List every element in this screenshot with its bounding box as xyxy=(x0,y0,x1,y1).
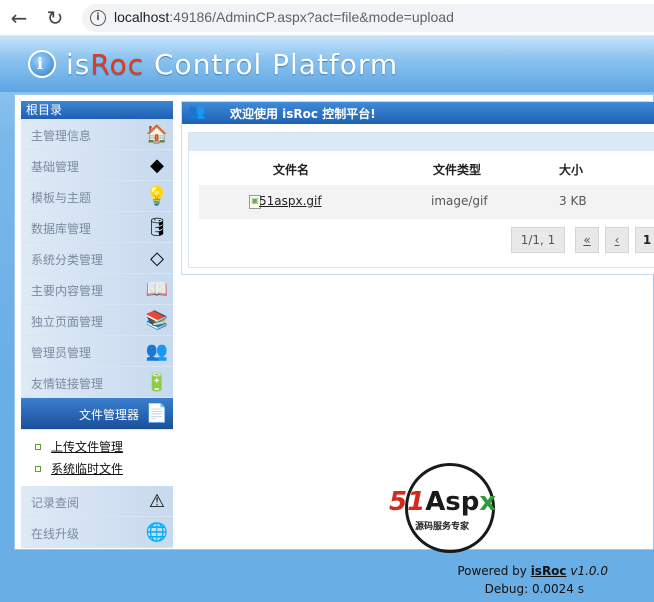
sidebar-item-file-manager[interactable]: 文件管理器 📄 xyxy=(21,398,173,430)
file-name-link[interactable]: 51aspx.gif xyxy=(259,194,322,208)
content-panel: 👥 欢迎使用 isRoc 控制平台! 文件名 文件类型 大小 ▣ 51aspx.… xyxy=(181,101,654,275)
sidebar-item-logs[interactable]: 记录查阅 ⚠ xyxy=(21,486,173,517)
database-icon: 🛢 xyxy=(145,217,169,238)
address-bar[interactable]: i localhost:49186/AdminCP.aspx?act=file&… xyxy=(82,4,654,32)
sidebar-item-categories[interactable]: 系统分类管理 ◇ xyxy=(21,243,173,274)
col-filetype: 文件类型 xyxy=(433,163,482,177)
tag-icon: ◇ xyxy=(150,248,164,269)
brand-title: isRoc Control Platform xyxy=(66,48,399,81)
sidebar-item-pages[interactable]: 独立页面管理 📚 xyxy=(21,305,173,336)
users-icon: 👥 xyxy=(188,104,206,120)
sidebar-item-basic[interactable]: 基础管理 ◆ xyxy=(21,150,173,181)
sidebar-item-links[interactable]: 友情链接管理 🔋 xyxy=(21,367,173,398)
url-text[interactable]: localhost:49186/AdminCP.aspx?act=file&mo… xyxy=(114,9,454,25)
cube-icon: ◆ xyxy=(150,155,164,176)
book-icon: 📖 xyxy=(145,279,169,300)
file-type: image/gif xyxy=(431,194,488,208)
51aspx-logo: 51Aspx 源码服务专家 xyxy=(387,455,519,553)
footer: Powered by isRoc v1.0.0 Debug: 0.0024 s xyxy=(0,562,654,602)
sidebar-item-main-info[interactable]: 主管理信息 🏠 xyxy=(21,119,173,150)
main-frame: 根目录 主管理信息 🏠 基础管理 ◆ 模板与主题 💡 数据库管理 🛢 系统分类管理 ◇ 主… xyxy=(14,94,654,553)
house-icon: 🏠 xyxy=(145,124,169,145)
sidebar-item-database[interactable]: 数据库管理 🛢 xyxy=(21,212,173,243)
welcome-bar: 👥 欢迎使用 isRoc 控制平台! xyxy=(182,102,654,124)
page-info: 1/1, 1 xyxy=(511,227,565,253)
download-globe-icon: 🌐 xyxy=(145,522,169,543)
file-icon: 📄 xyxy=(145,403,169,424)
warning-icon: ⚠ xyxy=(148,491,166,512)
first-page-button[interactable]: « xyxy=(575,227,599,253)
site-info-icon[interactable]: i xyxy=(90,10,106,26)
admin-app: ℹ isRoc Control Platform 根目录 主管理信息 🏠 基础管理… xyxy=(0,36,654,602)
submenu-temp-files[interactable]: 系统临时文件 xyxy=(21,458,173,480)
sidebar-item-content[interactable]: 主要内容管理 📖 xyxy=(21,274,173,305)
header-banner: ℹ isRoc Control Platform xyxy=(0,36,654,92)
logo-person-icon: ℹ xyxy=(28,50,56,78)
battery-icon: 🔋 xyxy=(145,372,169,393)
table-row: ▣ 51aspx.gif image/gif 3 KB xyxy=(199,185,654,219)
page-1-button[interactable]: 1 xyxy=(635,227,654,253)
bullet-icon xyxy=(35,466,41,472)
books-icon: 📚 xyxy=(145,310,169,331)
sidebar: 根目录 主管理信息 🏠 基础管理 ◆ 模板与主题 💡 数据库管理 🛢 系统分类管理 ◇ 主… xyxy=(21,101,173,548)
reload-icon[interactable]: ↻ xyxy=(42,6,68,30)
prev-page-button[interactable]: ‹ xyxy=(605,227,629,253)
sidebar-item-templates[interactable]: 模板与主题 💡 xyxy=(21,181,173,212)
sidebar-item-upgrade[interactable]: 在线升级 🌐 xyxy=(21,517,173,548)
submenu-upload-files[interactable]: 上传文件管理 xyxy=(21,436,173,458)
sidebar-item-admins[interactable]: 管理员管理 👥 xyxy=(21,336,173,367)
panel-header xyxy=(189,133,654,151)
browser-toolbar: ← ↻ i localhost:49186/AdminCP.aspx?act=f… xyxy=(0,0,654,36)
lightbulb-icon: 💡 xyxy=(145,186,169,207)
table-header: 文件名 文件类型 大小 xyxy=(189,159,654,179)
file-size: 3 KB xyxy=(559,194,587,208)
file-manager-submenu: 上传文件管理 系统临时文件 xyxy=(21,430,173,486)
welcome-text: 欢迎使用 isRoc 控制平台! xyxy=(230,107,376,121)
bullet-icon xyxy=(35,444,41,450)
debug-info: Debug: 0.0024 s xyxy=(484,582,584,596)
col-filename: 文件名 xyxy=(273,163,310,177)
col-size: 大小 xyxy=(559,163,584,177)
powered-brand-link[interactable]: isRoc xyxy=(531,564,567,578)
sidebar-title: 根目录 xyxy=(21,101,173,119)
users-icon: 👥 xyxy=(145,341,169,362)
file-list-panel: 文件名 文件类型 大小 ▣ 51aspx.gif image/gif 3 KB … xyxy=(188,132,654,268)
powered-by: Powered by isRoc v1.0.0 xyxy=(457,564,608,578)
back-arrow-icon[interactable]: ← xyxy=(6,6,32,30)
